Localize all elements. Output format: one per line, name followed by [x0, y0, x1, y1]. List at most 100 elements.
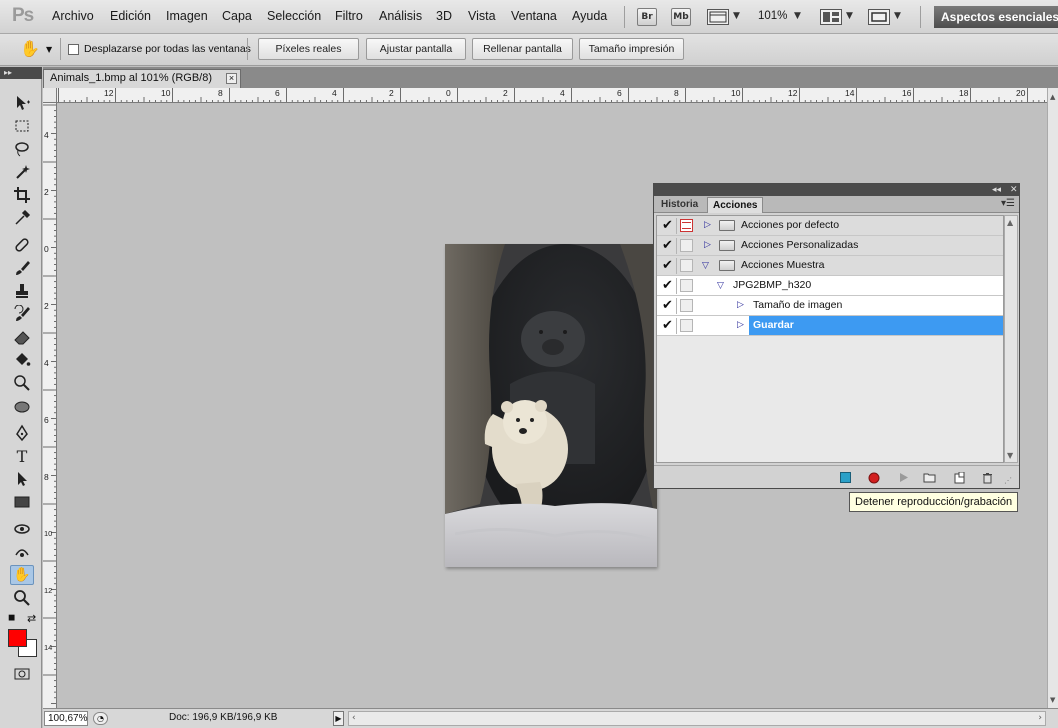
toggle-dialog-icon[interactable] [680, 279, 693, 292]
magic-wand-tool-icon[interactable] [10, 162, 34, 182]
new-action-icon[interactable] [952, 471, 966, 484]
panel-menu-icon[interactable]: ▾☰ [1001, 198, 1015, 209]
zoom-field[interactable]: 100,67% [44, 711, 88, 726]
collapse-panel-icon[interactable]: ◂◂ [992, 184, 1001, 196]
sponge-tool-icon[interactable] [10, 396, 34, 416]
dodge-tool-icon[interactable] [10, 373, 34, 393]
paint-bucket-tool-icon[interactable] [10, 350, 34, 370]
expand-triangle-icon[interactable]: ▷ [737, 320, 744, 330]
tab-acciones[interactable]: Acciones [707, 197, 764, 213]
toggle-item-checkbox[interactable]: ✔ [659, 298, 677, 314]
chevron-down-icon[interactable]: ▼ [894, 11, 901, 21]
healing-brush-tool-icon[interactable] [10, 235, 34, 255]
type-tool-icon[interactable]: T [10, 446, 34, 466]
vertical-scrollbar[interactable]: ▲ ▼ [1047, 88, 1058, 708]
menu-ayuda[interactable]: Ayuda [572, 9, 607, 23]
scroll-down-icon[interactable]: ▼ [1007, 451, 1013, 460]
document-tab[interactable]: Animals_1.bmp al 101% (RGB/8) × [43, 69, 241, 88]
scroll-up-icon[interactable]: ▲ [1007, 218, 1013, 227]
close-icon[interactable]: ✕ [1010, 184, 1018, 196]
fill-screen-button[interactable]: Rellenar pantalla [472, 38, 573, 60]
collapse-triangle-icon[interactable]: ▽ [702, 261, 709, 271]
history-brush-tool-icon[interactable] [10, 304, 34, 324]
rectangle-tool-icon[interactable] [10, 492, 34, 512]
list-item[interactable]: ✔ ▽ Acciones Muestra [657, 256, 1003, 276]
toggle-item-checkbox[interactable]: ✔ [659, 278, 677, 294]
toggle-item-checkbox[interactable]: ✔ [659, 318, 677, 334]
screen-mode-icon[interactable] [868, 9, 890, 25]
tab-historia[interactable]: Historia [656, 197, 703, 213]
move-tool-icon[interactable] [10, 93, 34, 113]
list-item[interactable]: ✔ ▷ Acciones Personalizadas [657, 236, 1003, 256]
record-icon[interactable] [867, 471, 881, 484]
list-item[interactable]: ✔ ▷ Acciones por defecto [657, 216, 1003, 236]
horizontal-scrollbar[interactable]: ‹ › [348, 711, 1046, 726]
resize-grip-icon[interactable]: ⋰ [1004, 476, 1012, 485]
play-icon[interactable] [896, 471, 910, 484]
menu-filtro[interactable]: Filtro [335, 9, 363, 23]
scroll-down-icon[interactable]: ▼ [1050, 696, 1055, 704]
menu-capa[interactable]: Capa [222, 9, 252, 23]
print-size-button[interactable]: Tamaño impresión [579, 38, 684, 60]
actual-pixels-button[interactable]: Píxeles reales [258, 38, 359, 60]
minibridge-button[interactable]: Mb [671, 8, 691, 26]
3d-rotate-tool-icon[interactable] [10, 519, 34, 539]
hand-tool-preset-icon[interactable]: ✋ [20, 39, 40, 58]
marquee-tool-icon[interactable] [10, 116, 34, 136]
menu-ventana[interactable]: Ventana [511, 9, 557, 23]
chevron-down-icon[interactable]: ▼ [794, 11, 801, 21]
toggle-dialog-icon[interactable] [680, 239, 693, 252]
tools-panel-header[interactable]: ▸▸ [0, 67, 42, 79]
close-icon[interactable]: × [226, 73, 237, 84]
status-info-icon[interactable]: ◔ [93, 712, 108, 725]
scroll-left-icon[interactable]: ‹ [352, 713, 356, 723]
lasso-tool-icon[interactable] [10, 139, 34, 159]
chevron-down-icon[interactable]: ▼ [846, 11, 853, 21]
eraser-tool-icon[interactable] [10, 327, 34, 347]
swap-colors-icon[interactable]: ⇄ [27, 612, 36, 625]
list-item-selected[interactable]: ✔ ▷ Guardar [657, 316, 1003, 336]
toggle-dialog-icon[interactable] [680, 219, 693, 232]
brush-tool-icon[interactable] [10, 258, 34, 278]
toggle-dialog-icon[interactable] [680, 299, 693, 312]
expand-triangle-icon[interactable]: ▷ [704, 220, 711, 230]
eyedropper-tool-icon[interactable] [10, 208, 34, 228]
new-set-icon[interactable] [922, 471, 936, 484]
crop-tool-icon[interactable] [10, 185, 34, 205]
toggle-dialog-icon[interactable] [680, 319, 693, 332]
document-image[interactable] [445, 244, 657, 567]
list-item[interactable]: ✔ ▷ Tamaño de imagen [657, 296, 1003, 316]
bridge-button[interactable]: Br [637, 8, 657, 26]
scroll-right-icon[interactable]: › [1038, 713, 1042, 723]
toggle-item-checkbox[interactable]: ✔ [659, 258, 677, 274]
stop-icon[interactable] [838, 471, 852, 484]
scroll-up-icon[interactable]: ▲ [1050, 93, 1055, 101]
menu-analisis[interactable]: Análisis [379, 9, 422, 23]
menu-imagen[interactable]: Imagen [166, 9, 208, 23]
pen-tool-icon[interactable] [10, 423, 34, 443]
menu-seleccion[interactable]: Selección [267, 9, 321, 23]
hand-tool-icon[interactable]: ✋ [10, 565, 34, 585]
horizontal-ruler[interactable]: 12 10 8 6 4 2 0 2 4 6 8 10 12 14 16 18 2… [57, 88, 1047, 103]
arrange-documents-icon[interactable] [820, 9, 842, 25]
ruler-origin[interactable] [43, 88, 57, 103]
menu-3d[interactable]: 3D [436, 9, 452, 23]
zoom-tool-icon[interactable] [10, 588, 34, 608]
quick-mask-icon[interactable] [10, 664, 34, 684]
clone-stamp-tool-icon[interactable] [10, 281, 34, 301]
menu-edicion[interactable]: Edición [110, 9, 151, 23]
fit-screen-button[interactable]: Ajustar pantalla [366, 38, 466, 60]
collapse-triangle-icon[interactable]: ▽ [717, 281, 724, 291]
3d-orbit-tool-icon[interactable] [10, 542, 34, 562]
scroll-all-windows-checkbox[interactable] [68, 44, 79, 55]
list-scrollbar[interactable]: ▲ ▼ [1004, 215, 1018, 463]
menu-archivo[interactable]: Archivo [52, 9, 94, 23]
list-item[interactable]: ✔ ▽ JPG2BMP_h320 [657, 276, 1003, 296]
toggle-item-checkbox[interactable]: ✔ [659, 238, 677, 254]
default-colors-icon[interactable]: ◼ [8, 613, 15, 623]
toggle-item-checkbox[interactable]: ✔ [659, 218, 677, 234]
expand-triangle-icon[interactable]: ▷ [704, 240, 711, 250]
vertical-ruler[interactable]: 4 2 0 2 4 6 8 10 12 14 [43, 103, 57, 708]
chevron-down-icon[interactable]: ▼ [46, 45, 52, 54]
expand-triangle-icon[interactable]: ▷ [737, 300, 744, 310]
